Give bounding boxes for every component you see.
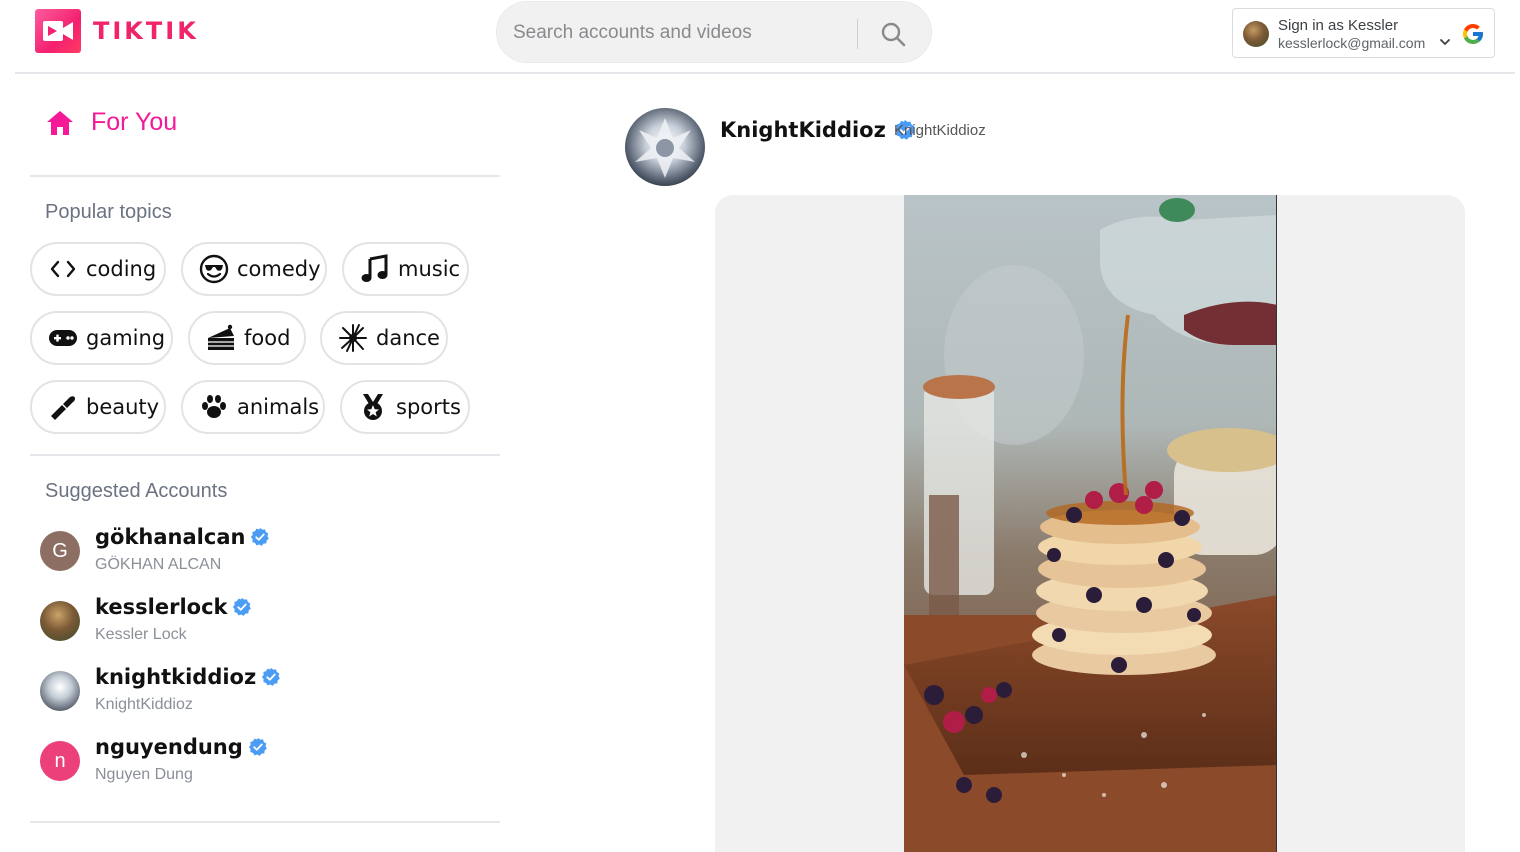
topic-label: dance: [376, 326, 440, 350]
avatar: G: [40, 531, 80, 571]
chevron-down-icon: [1440, 39, 1450, 46]
video-player[interactable]: [904, 195, 1277, 852]
pancake-video-thumbnail: [904, 195, 1276, 852]
account-username: kesslerlock: [95, 595, 252, 619]
account-email: kesslerlock@gmail.com: [1278, 35, 1426, 51]
medal-icon: [358, 392, 388, 422]
topic-food[interactable]: food: [188, 311, 306, 365]
top-nav: TIKTIK Sign in as Kessler kesslerlock@gm…: [15, 0, 1515, 74]
username-text: knightkiddioz: [95, 665, 257, 689]
logo-text: TIKTIK: [93, 17, 199, 45]
gamepad-icon: [48, 323, 78, 353]
suggested-accounts-title: Suggested Accounts: [45, 480, 228, 502]
divider: [30, 454, 500, 456]
topic-sports[interactable]: sports: [340, 380, 470, 434]
smile-sunglasses-icon: [199, 254, 229, 284]
topic-comedy[interactable]: comedy: [181, 242, 327, 296]
account-username: nguyendung: [95, 735, 268, 759]
account-fullname: KnightKiddioz: [95, 696, 193, 713]
account-username: gökhanalcan: [95, 525, 270, 549]
topic-label: beauty: [86, 395, 160, 419]
topic-dance[interactable]: dance: [320, 311, 448, 365]
topic-coding[interactable]: coding: [30, 242, 166, 296]
account-fullname: Kessler Lock: [95, 626, 187, 643]
topic-label: music: [398, 257, 461, 281]
suggested-account-knightkiddioz[interactable]: knightkiddioz KnightKiddioz: [40, 665, 490, 721]
username-text: gökhanalcan: [95, 525, 246, 549]
account-title: Sign in as Kessler: [1278, 17, 1399, 34]
verified-icon: [262, 667, 281, 686]
account-fullname: GÖKHAN ALCAN: [95, 556, 222, 573]
tiktik-logo[interactable]: TIKTIK: [35, 9, 199, 53]
topic-label: sports: [396, 395, 461, 419]
popular-topics-title: Popular topics: [45, 201, 172, 223]
for-you-link[interactable]: For You: [45, 108, 177, 137]
paw-icon: [199, 392, 229, 422]
suggested-account-nguyendung[interactable]: n nguyendung Nguyen Dung: [40, 735, 490, 791]
topic-beauty[interactable]: beauty: [30, 380, 166, 434]
avatar: [40, 671, 80, 711]
avatar: n: [40, 741, 80, 781]
cake-icon: [206, 323, 236, 353]
post-author-username[interactable]: KnightKiddioz: [720, 118, 916, 142]
username-text: kesslerlock: [95, 595, 228, 619]
topic-label: coding: [86, 257, 157, 281]
google-icon: [1463, 24, 1483, 44]
search-bar: [496, 1, 932, 63]
divider: [30, 821, 500, 823]
post-author-handle: KnightKiddioz: [894, 122, 986, 139]
suggested-account-kesslerlock[interactable]: kesslerlock Kessler Lock: [40, 595, 490, 651]
music-note-icon: [360, 254, 390, 284]
avatar: [40, 601, 80, 641]
topic-label: comedy: [237, 257, 321, 281]
verified-icon: [248, 737, 267, 756]
topic-label: food: [244, 326, 291, 350]
lipstick-icon: [48, 392, 78, 422]
post-author-avatar[interactable]: [625, 108, 705, 186]
verified-icon: [251, 527, 270, 546]
topic-gaming[interactable]: gaming: [30, 311, 173, 365]
search-button[interactable]: [875, 16, 911, 52]
for-you-label: For You: [91, 108, 178, 136]
dance-burst-icon: [338, 323, 368, 353]
search-icon: [881, 22, 906, 47]
username-text: nguyendung: [95, 735, 243, 759]
topic-label: animals: [237, 395, 320, 419]
search-divider: [857, 19, 858, 49]
topic-animals[interactable]: animals: [181, 380, 325, 434]
verified-icon: [233, 597, 252, 616]
account-username: knightkiddioz: [95, 665, 281, 689]
topic-label: gaming: [86, 326, 166, 350]
divider: [30, 175, 500, 177]
home-icon: [47, 110, 73, 135]
suggested-account-gokhanalcan[interactable]: G gökhanalcan GÖKHAN ALCAN: [40, 525, 490, 581]
topic-music[interactable]: music: [342, 242, 469, 296]
username-text: KnightKiddioz: [720, 118, 886, 142]
logo-camera-icon: [35, 9, 81, 53]
search-input[interactable]: [513, 16, 843, 50]
account-fullname: Nguyen Dung: [95, 766, 193, 783]
google-account-button[interactable]: Sign in as Kessler kesslerlock@gmail.com: [1232, 8, 1495, 58]
account-avatar: [1243, 21, 1269, 47]
code-icon: [48, 254, 78, 284]
